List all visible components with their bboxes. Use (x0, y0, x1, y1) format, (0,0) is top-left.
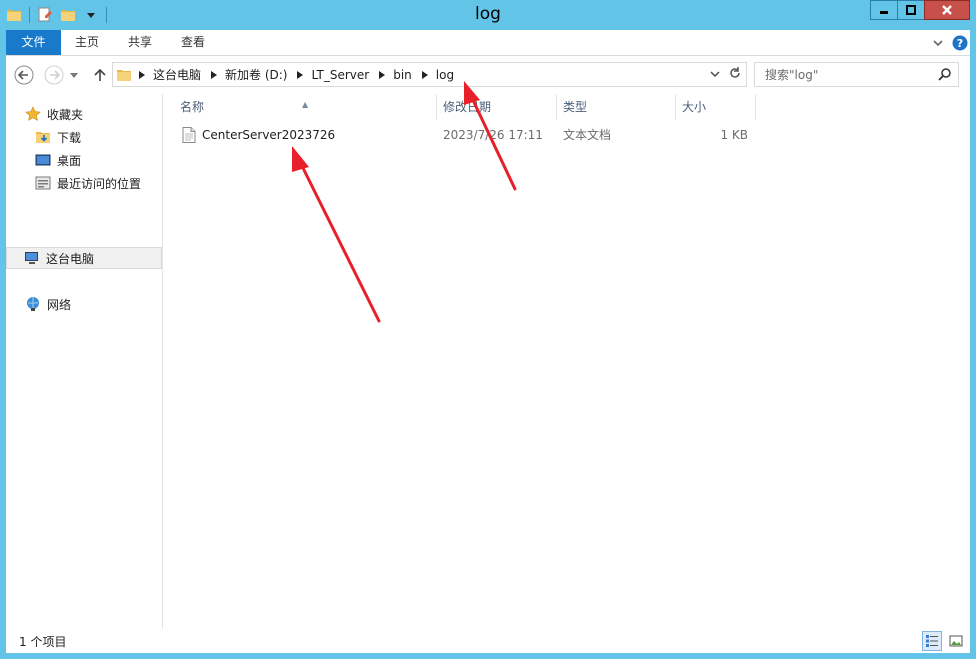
status-bar: 1 个项目 (6, 629, 970, 653)
up-button[interactable] (89, 64, 111, 86)
search-icon[interactable] (938, 67, 952, 84)
details-view-icon (926, 635, 938, 647)
column-header-name[interactable]: ▲ 名称 (164, 94, 437, 120)
ribbon-controls: ? (932, 35, 968, 54)
network-icon (25, 296, 41, 312)
tab-file[interactable]: 文件 (6, 30, 61, 55)
forward-arrow-icon (44, 65, 64, 85)
text-file-icon (182, 127, 198, 143)
star-icon (25, 106, 41, 122)
recent-places-icon (35, 175, 51, 191)
breadcrumb-this-pc[interactable]: 这台电脑 (149, 66, 207, 83)
breadcrumb-separator-icon[interactable] (135, 70, 149, 79)
navigation-pane: 收藏夹 下载 桌面 最近访问的位置 这台电脑 网络 (6, 94, 163, 629)
caption-buttons (870, 0, 970, 20)
quick-access-toolbar (4, 5, 109, 25)
folder-icon[interactable] (4, 5, 24, 25)
column-header-type[interactable]: 类型 (557, 94, 676, 120)
maximize-button[interactable] (897, 0, 925, 20)
breadcrumb: 这台电脑 新加卷 (D:) LT_Server bin log (135, 63, 460, 86)
sidebar-item-label: 这台电脑 (46, 251, 95, 266)
expand-ribbon-chevron-icon[interactable] (932, 37, 944, 52)
up-arrow-icon (94, 68, 106, 81)
column-headers: ▲ 名称 修改日期 类型 大小 (164, 94, 756, 120)
breadcrumb-separator-icon[interactable] (418, 70, 432, 79)
folder-icon (113, 67, 135, 83)
sidebar-item-label: 收藏夹 (47, 107, 84, 122)
forward-button[interactable] (43, 64, 65, 86)
file-name-cell[interactable]: CenterServer2023726 (164, 124, 437, 146)
file-name: CenterServer2023726 (202, 128, 336, 142)
minimize-button[interactable] (870, 0, 898, 20)
tab-share[interactable]: 共享 (113, 30, 167, 55)
ribbon-tabs: 文件 主页 共享 查看 ? (6, 30, 970, 56)
sidebar-item-this-pc[interactable]: 这台电脑 (6, 247, 162, 269)
toolbar-separator (29, 7, 30, 23)
breadcrumb-separator-icon[interactable] (375, 70, 389, 79)
properties-icon[interactable] (35, 5, 55, 25)
close-icon (942, 5, 952, 15)
file-list: ▲ 名称 修改日期 类型 大小 CenterServer2023726 2023… (164, 94, 970, 629)
chevron-down-icon (70, 73, 78, 78)
close-button[interactable] (924, 0, 970, 20)
address-history-chevron-icon[interactable] (710, 68, 720, 82)
file-modified-cell: 2023/7/26 17:11 (443, 128, 543, 142)
sidebar-item-favorites[interactable]: 收藏夹 (25, 103, 83, 125)
sidebar-item-label: 最近访问的位置 (57, 176, 142, 191)
tab-view[interactable]: 查看 (167, 30, 219, 55)
refresh-icon[interactable] (728, 66, 742, 83)
navigation-bar: 这台电脑 新加卷 (D:) LT_Server bin log (6, 56, 970, 94)
breadcrumb-bin[interactable]: bin (389, 68, 418, 82)
sidebar-item-network[interactable]: 网络 (25, 293, 71, 315)
view-switcher (922, 631, 966, 651)
large-icons-view-button[interactable] (946, 631, 966, 651)
address-bar-controls (710, 63, 744, 86)
sort-ascending-icon: ▲ (302, 100, 309, 109)
details-view-button[interactable] (922, 631, 942, 651)
minimize-icon (880, 11, 888, 14)
sidebar-item-label: 下载 (57, 130, 82, 145)
sidebar-item-label: 桌面 (57, 153, 82, 168)
large-icons-view-icon (949, 635, 963, 647)
new-folder-icon[interactable] (58, 5, 78, 25)
computer-icon (24, 250, 40, 266)
breadcrumb-separator-icon[interactable] (293, 70, 307, 79)
address-bar[interactable]: 这台电脑 新加卷 (D:) LT_Server bin log (112, 62, 747, 87)
back-button[interactable] (13, 64, 35, 86)
maximize-icon (906, 5, 916, 15)
breadcrumb-drive-d[interactable]: 新加卷 (D:) (221, 66, 293, 83)
back-arrow-icon (14, 65, 34, 85)
help-icon[interactable]: ? (952, 35, 968, 54)
window-client-area: 文件 主页 共享 查看 ? 这台电脑 新加卷 (D:) LT_Server bi… (6, 30, 970, 653)
breadcrumb-separator-icon[interactable] (207, 70, 221, 79)
window-title: log (475, 4, 501, 24)
title-bar: log (0, 0, 976, 30)
column-header-modified[interactable]: 修改日期 (437, 94, 557, 120)
sidebar-item-desktop[interactable]: 桌面 (35, 149, 81, 171)
sidebar-item-downloads[interactable]: 下载 (35, 126, 81, 148)
tab-home[interactable]: 主页 (61, 30, 113, 55)
svg-text:?: ? (957, 37, 963, 50)
sidebar-item-recent-places[interactable]: 最近访问的位置 (35, 172, 141, 194)
downloads-folder-icon (35, 129, 51, 145)
sidebar-item-label: 网络 (47, 297, 72, 312)
breadcrumb-lt-server[interactable]: LT_Server (307, 68, 375, 82)
breadcrumb-log[interactable]: log (432, 68, 460, 82)
toolbar-separator (106, 7, 107, 23)
table-row[interactable]: CenterServer2023726 2023/7/26 17:11 文本文档… (164, 124, 756, 146)
recent-locations-button[interactable] (67, 64, 81, 86)
search-input[interactable] (765, 67, 935, 82)
customize-toolbar-chevron-icon[interactable] (81, 5, 101, 25)
column-header-size[interactable]: 大小 (676, 94, 756, 120)
search-box[interactable] (754, 62, 959, 87)
item-count: 1 个项目 (19, 635, 67, 649)
file-size-cell: 1 KB (720, 128, 748, 142)
file-type-cell: 文本文档 (563, 128, 612, 142)
explorer-window: log 文件 主页 共享 查看 ? 这台电脑 新加卷 (D:) LT_Serve… (0, 0, 976, 659)
desktop-icon (35, 152, 51, 168)
